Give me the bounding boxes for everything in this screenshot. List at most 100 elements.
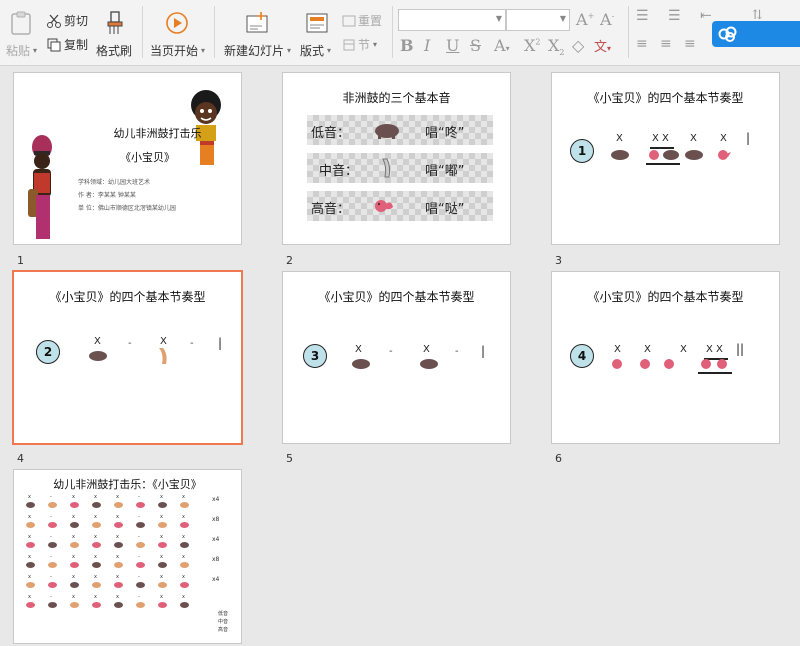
clear-format-icon[interactable]: ◇ xyxy=(572,36,584,55)
superscript-icon[interactable]: X2 xyxy=(524,36,540,55)
low-tone-label: 低音： xyxy=(311,126,351,141)
score-beat-mark: - xyxy=(50,534,52,540)
score-beat-mark: x xyxy=(94,534,97,540)
phonetic-guide-icon[interactable]: 文▾ xyxy=(594,36,611,55)
score-beat-mark: x xyxy=(182,554,185,560)
slide-thumbnail-6[interactable]: 《小宝贝》的四个基本节奏型 4 X X X X X || xyxy=(551,271,780,444)
beat-mark: X xyxy=(355,344,362,355)
format-painter-button[interactable]: 格式刷 xyxy=(94,8,136,60)
score-beat-mark: x xyxy=(160,534,163,540)
cut-button[interactable]: 剪切 xyxy=(46,12,88,29)
repeat-count: x4 xyxy=(212,536,220,543)
score-beat-mark: x xyxy=(28,574,31,580)
beat-mark: X xyxy=(423,344,430,355)
increase-font-icon[interactable]: A+ xyxy=(576,10,594,29)
reset-icon xyxy=(342,15,356,26)
beat-mark: X xyxy=(616,133,623,144)
hippo-icon xyxy=(611,150,629,160)
score-beat-mark: x xyxy=(116,494,119,500)
low-tone-row: 低音： 唱“咚” xyxy=(307,115,493,145)
font-color-icon[interactable]: A▾ xyxy=(494,36,510,55)
legend-item: 中音 xyxy=(218,619,229,625)
align-left-icon[interactable]: ≡ xyxy=(636,36,648,52)
score-note-icon xyxy=(114,542,123,548)
reset-button[interactable]: 重置 xyxy=(342,12,382,29)
subscript-icon[interactable]: X2 xyxy=(548,36,564,57)
bar-line: | xyxy=(218,336,223,350)
score-beat-mark: - xyxy=(50,574,52,580)
font-size-select[interactable]: ▼ xyxy=(506,9,570,31)
slide-6-title: 《小宝贝》的四个基本节奏型 xyxy=(587,290,744,304)
slide-thumbnail-7[interactable]: 幼儿非洲鼓打击乐：《小宝贝》 x-xxx-xxx-xxx-xxx-xxx-xxx… xyxy=(13,469,242,644)
score-beat-mark: - xyxy=(50,514,52,520)
cloud-icon xyxy=(718,26,737,42)
strikethrough-icon[interactable]: S xyxy=(470,36,481,55)
copy-button[interactable]: 复制 xyxy=(46,36,88,53)
slide-thumbnail-5[interactable]: 《小宝贝》的四个基本节奏型 3 X - X - | xyxy=(282,271,511,444)
score-note-icon xyxy=(114,602,123,608)
copy-label: 复制 xyxy=(64,38,89,52)
align-right-icon[interactable]: ≡ xyxy=(684,36,696,52)
score-beat-mark: x xyxy=(72,554,75,560)
legend-item: 低音 xyxy=(218,611,229,617)
hippo-icon xyxy=(89,351,107,361)
mid-tone-sing: 唱“嘟” xyxy=(425,164,465,179)
score-beat-mark: x xyxy=(160,494,163,500)
paintbrush-icon xyxy=(107,11,123,34)
bird-icon xyxy=(640,359,650,369)
score-note-icon xyxy=(158,582,167,588)
numbered-list-icon[interactable]: ☰ xyxy=(668,8,681,24)
score-note-icon xyxy=(26,602,35,608)
play-icon xyxy=(166,12,188,34)
score-beat-mark: x xyxy=(72,514,75,520)
format-painter-label: 格式刷 xyxy=(96,44,133,58)
high-tone-row: 高音： 唱“哒” xyxy=(307,191,493,221)
bird-icon xyxy=(612,359,622,369)
toolbar-separator xyxy=(392,6,393,58)
new-slide-icon xyxy=(246,12,268,33)
section-label: 节 xyxy=(358,38,371,52)
score-beat-mark: x xyxy=(28,514,31,520)
bold-icon[interactable]: B xyxy=(400,36,414,55)
new-slide-button[interactable]: 新建幻灯片 ▾ xyxy=(222,8,292,60)
score-beat-mark: x xyxy=(182,514,185,520)
chevron-down-icon: ▼ xyxy=(495,14,502,23)
slide-thumbnail-1[interactable]: 幼儿非洲鼓打击乐 《小宝贝》 学科领域：幼儿园大班艺术 作 者：李某某 钟某某 … xyxy=(13,72,242,245)
slide-thumbnail-2[interactable]: 非洲鼓的三个基本音 低音： 唱“咚” 中音： 唱“嘟” 高音： 唱“哒” xyxy=(282,72,511,245)
paste-button[interactable]: 粘贴 ▾ xyxy=(4,8,40,60)
hippo-icon xyxy=(420,359,438,369)
slide-thumbnail-4[interactable]: 《小宝贝》的四个基本节奏型 2 X - X - | xyxy=(12,270,243,445)
underline-icon[interactable]: U xyxy=(446,36,459,55)
score-beat-mark: x xyxy=(28,554,31,560)
font-name-select[interactable]: ▼ xyxy=(398,9,506,31)
layout-button[interactable]: 版式 ▾ xyxy=(298,8,336,60)
cloud-sync-button[interactable] xyxy=(712,21,800,47)
score-note-icon xyxy=(70,502,79,508)
score-beat-mark: x xyxy=(72,534,75,540)
score-note-icon xyxy=(92,582,101,588)
slide-3-title: 《小宝贝》的四个基本节奏型 xyxy=(587,91,744,105)
score-beat-mark: - xyxy=(50,494,52,500)
score-beat-mark: x xyxy=(72,494,75,500)
repeat-count: x8 xyxy=(212,556,220,563)
score-note-icon xyxy=(158,542,167,548)
slide-1-info-line: 单 位：佛山市顺德区北滘镇某幼儿园 xyxy=(78,205,176,212)
score-beat-mark: x xyxy=(116,594,119,600)
score-beat-mark: x xyxy=(160,554,163,560)
align-center-icon[interactable]: ≡ xyxy=(660,36,672,52)
decrease-indent-icon[interactable]: ⇤ xyxy=(700,8,712,24)
score-note-icon xyxy=(136,582,145,588)
play-from-current-button[interactable]: 当页开始 ▾ xyxy=(148,8,206,60)
score-note-icon xyxy=(158,562,167,568)
score-note-icon xyxy=(180,542,189,548)
decrease-font-icon[interactable]: A- xyxy=(600,10,614,29)
section-button[interactable]: 节 ▾ xyxy=(342,36,377,53)
bird-icon xyxy=(649,150,659,160)
italic-icon[interactable]: I xyxy=(424,36,430,55)
slide-number: 4 xyxy=(17,452,24,465)
score-note-icon xyxy=(136,542,145,548)
bullet-list-icon[interactable]: ☰ xyxy=(636,8,649,24)
slide-thumbnail-3[interactable]: 《小宝贝》的四个基本节奏型 1 X X X X X | xyxy=(551,72,780,245)
chevron-down-icon: ▼ xyxy=(559,14,566,23)
slide-number: 1 xyxy=(17,254,24,267)
